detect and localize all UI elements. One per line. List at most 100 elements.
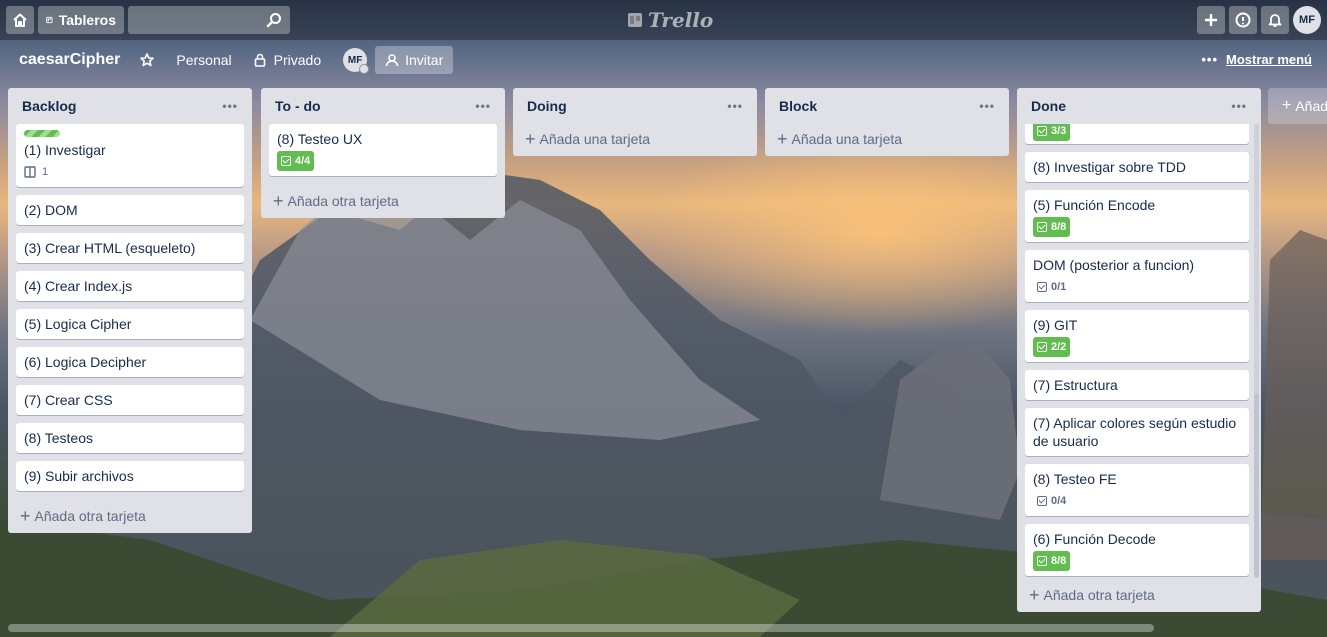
card-title: (4) Crear Index.js (24, 278, 133, 294)
list-scrollbar-thumb[interactable] (1254, 394, 1259, 578)
card[interactable]: (9) GIT 2/2 (1025, 310, 1249, 362)
card-title: (5) Función Encode (1033, 197, 1156, 213)
add-card-label: Añada una tarjeta (539, 131, 651, 147)
card-badges: 4/4 (277, 151, 489, 171)
card-title: (7) Aplicar colores según estudio de usu… (1033, 415, 1237, 449)
board-header: caesarCipher Personal Privado MF Invitar… (0, 40, 1327, 80)
more-icon: ••• (1201, 52, 1219, 67)
card-title: (9) GIT (1033, 317, 1078, 333)
add-card-button[interactable]: + Añada otra tarjeta (269, 184, 497, 218)
checklist-badge: 8/8 (1033, 551, 1071, 571)
checklist-badge: 0/1 (1033, 277, 1070, 297)
card-label[interactable] (24, 130, 60, 137)
checklist-badge: 8/8 (1033, 217, 1071, 237)
list-menu-icon[interactable]: ••• (475, 99, 491, 113)
checklist-icon (1037, 496, 1047, 506)
card[interactable]: (5) Logica Cipher (16, 309, 244, 339)
card[interactable]: DOM (posterior a funcion) 0/1 (1025, 250, 1249, 302)
add-card-label: Añada otra tarjeta (287, 193, 399, 209)
list-title[interactable]: Block (779, 98, 817, 114)
card-badges: 2/2 (1033, 337, 1241, 357)
list-scrollbar[interactable] (1254, 124, 1259, 578)
card-badges: 8/8 (1033, 217, 1241, 237)
board-title[interactable]: caesarCipher (19, 51, 120, 69)
list-title[interactable]: Backlog (22, 98, 76, 114)
card[interactable]: (8) Testeo UX 4/4 (269, 124, 497, 176)
card[interactable]: (8) Testeo FE 0/4 (1025, 464, 1249, 516)
search-input[interactable] (128, 6, 290, 34)
checklist-count: 0/1 (1051, 281, 1067, 293)
checklist-icon (281, 156, 291, 166)
list-header: Backlog ••• (16, 88, 244, 124)
add-card-button[interactable]: + Añada una tarjeta (773, 122, 1001, 156)
card[interactable]: (9) Subir archivos (16, 461, 244, 491)
show-menu-label: Mostrar menú (1226, 52, 1312, 67)
invite-label: Invitar (405, 52, 444, 68)
show-menu-button[interactable]: ••• Mostrar menú (1201, 52, 1312, 67)
user-avatar[interactable]: MF (1293, 6, 1321, 34)
visibility-button[interactable]: Privado (254, 52, 321, 68)
add-card-button[interactable]: + Añada otra tarjeta (16, 499, 244, 533)
info-icon (1235, 12, 1251, 28)
boards-button[interactable]: Tableros (38, 6, 124, 34)
list-cards-scroll[interactable]: 3/3 (8) Investigar sobre TDD (5) Función… (1025, 124, 1253, 578)
plus-icon: + (777, 129, 788, 149)
search-icon (266, 13, 281, 28)
list-menu-icon[interactable]: ••• (1231, 99, 1247, 113)
card-title: (6) Logica Decipher (24, 354, 147, 370)
member-initials: MF (347, 54, 363, 66)
card-badges: 3/3 (1033, 124, 1241, 141)
card[interactable]: (6) Función Decode 8/8 (1025, 524, 1249, 576)
list-header: To - do ••• (269, 88, 497, 124)
boards-label: Tableros (58, 12, 116, 28)
add-card-button[interactable]: + Añada una tarjeta (521, 122, 749, 156)
checklist-icon (1037, 342, 1047, 352)
member-avatar[interactable]: MF (343, 48, 370, 74)
list-title[interactable]: To - do (275, 98, 321, 114)
card[interactable]: (8) Investigar sobre TDD (1025, 152, 1249, 182)
invite-button[interactable]: Invitar (375, 46, 454, 74)
plus-icon: + (20, 506, 31, 526)
card[interactable]: 3/3 (1025, 124, 1249, 144)
card[interactable]: (1) Investigar 1 (16, 124, 244, 187)
card[interactable]: (4) Crear Index.js (16, 271, 244, 301)
card[interactable]: (7) Crear CSS (16, 385, 244, 415)
logo-text: Trello (648, 8, 714, 32)
card[interactable]: (2) DOM (16, 195, 244, 225)
card-badges: 8/8 (1033, 551, 1241, 571)
list-done: Done ••• 3/3 (8) Investigar sobre TDD (5… (1017, 88, 1261, 612)
card-title: (7) Estructura (1033, 377, 1118, 393)
add-list-button[interactable]: + Añad (1268, 88, 1327, 124)
add-card-button[interactable]: + Añada otra tarjeta (1025, 578, 1253, 612)
list-backlog: Backlog ••• (1) Investigar 1 (2) DOM (3)… (8, 88, 252, 533)
card[interactable]: (3) Crear HTML (esqueleto) (16, 233, 244, 263)
list-header: Block ••• (773, 88, 1001, 124)
trello-logo[interactable]: Trello (628, 8, 713, 32)
list-menu-icon[interactable]: ••• (727, 99, 743, 113)
notifications-button[interactable] (1261, 6, 1289, 34)
list-title[interactable]: Doing (527, 98, 567, 114)
list-menu-icon[interactable]: ••• (979, 99, 995, 113)
card[interactable]: (6) Logica Decipher (16, 347, 244, 377)
board-icon (46, 16, 53, 24)
list-title[interactable]: Done (1031, 98, 1066, 114)
card-title: (2) DOM (24, 202, 78, 218)
create-button[interactable] (1197, 6, 1225, 34)
star-button[interactable] (140, 53, 155, 67)
team-button[interactable]: Personal (176, 52, 231, 68)
card[interactable]: (7) Estructura (1025, 370, 1249, 400)
plus-icon (1205, 14, 1217, 26)
info-button[interactable] (1229, 6, 1257, 34)
add-card-label: Añada una tarjeta (791, 131, 903, 147)
card[interactable]: (7) Aplicar colores según estudio de usu… (1025, 408, 1249, 456)
checklist-count: 3/3 (1051, 125, 1067, 137)
add-list-label: Añad (1295, 98, 1327, 114)
board-horizontal-scrollbar[interactable] (8, 624, 1154, 632)
card[interactable]: (5) Función Encode 8/8 (1025, 190, 1249, 242)
home-icon (13, 13, 27, 27)
list-todo: To - do ••• (8) Testeo UX 4/4 + Añada ot… (261, 88, 505, 218)
checklist-icon (1037, 126, 1047, 136)
list-menu-icon[interactable]: ••• (222, 99, 238, 113)
card[interactable]: (8) Testeos (16, 423, 244, 453)
home-button[interactable] (6, 6, 34, 34)
